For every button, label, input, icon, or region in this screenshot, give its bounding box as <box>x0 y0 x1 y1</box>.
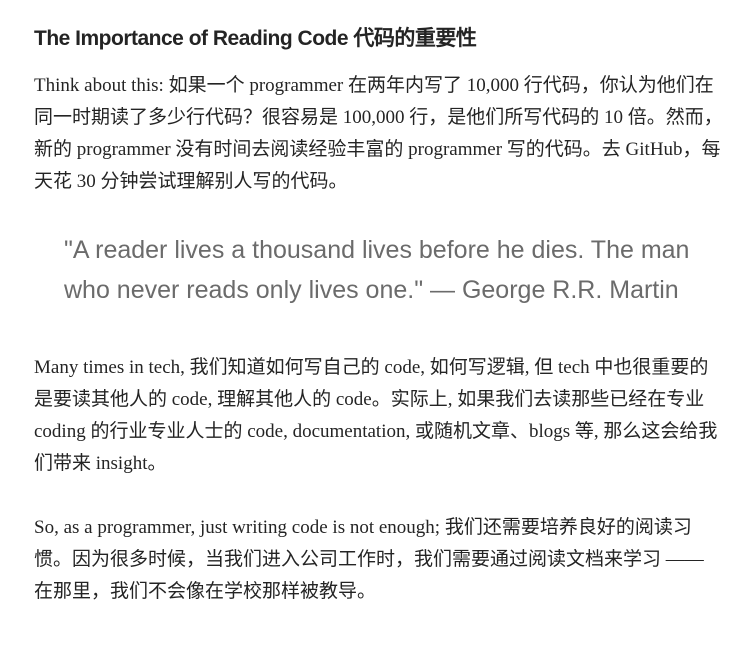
paragraph-reading-comparison: Think about this: 如果一个 programmer 在两年内写了… <box>34 75 723 192</box>
paragraph-read-others-code: Many times in tech, 我们知道如何写自己的 code, 如何写… <box>34 357 718 474</box>
pull-quote: "A reader lives a thousand lives before … <box>64 236 690 304</box>
article-body: The Importance of Reading Code 代码的重要性 Th… <box>34 22 724 608</box>
section-heading: The Importance of Reading Code 代码的重要性 <box>34 27 477 50</box>
paragraph-reading-habits: So, as a programmer, just writing code i… <box>34 517 704 602</box>
